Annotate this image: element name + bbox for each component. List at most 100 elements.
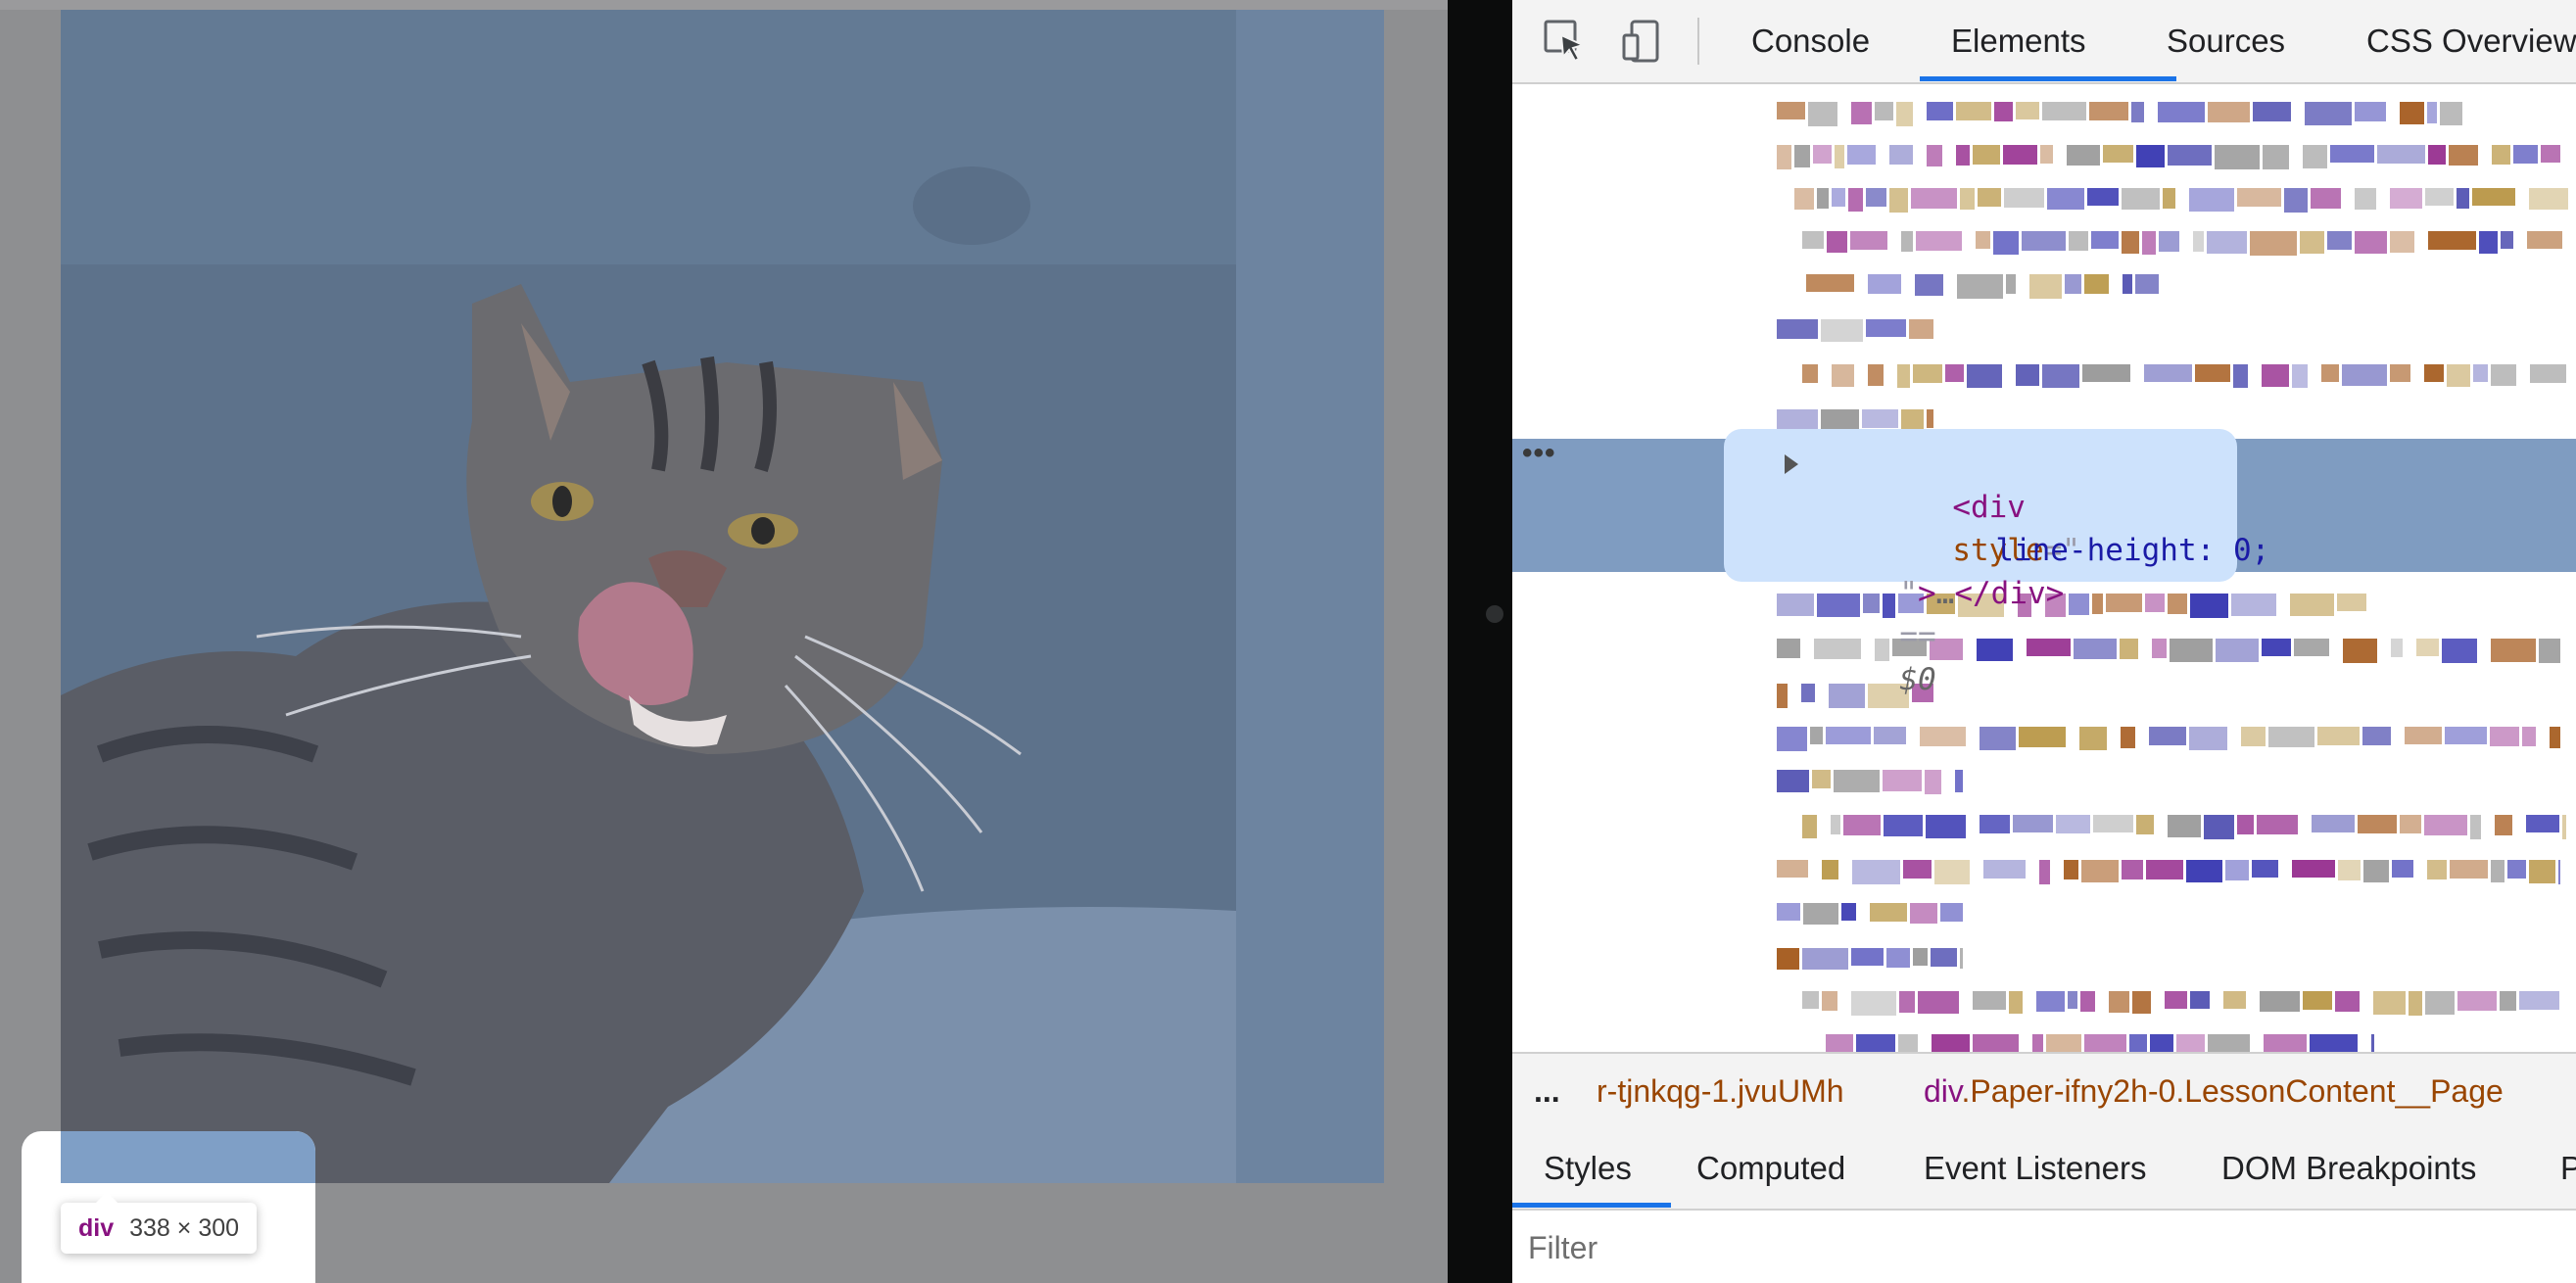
blurred-dom-fragment bbox=[2390, 364, 2410, 382]
blurred-dom-fragment bbox=[2150, 1034, 2173, 1052]
blurred-dom-fragment bbox=[2080, 991, 2095, 1012]
expand-triangle-icon[interactable] bbox=[1785, 454, 1798, 474]
blurred-dom-fragment bbox=[1868, 364, 1884, 386]
blurred-dom-fragment bbox=[2442, 639, 2477, 663]
breadcrumb-tag: div bbox=[1924, 1073, 1962, 1109]
breadcrumb-item-current[interactable]: div.Paper-ifny2h-0.LessonContent__Page bbox=[1924, 1054, 2504, 1128]
blurred-dom-fragment bbox=[2416, 639, 2439, 656]
tab-properties[interactable]: P bbox=[2560, 1128, 2576, 1209]
divider-drag-handle[interactable] bbox=[1486, 605, 1503, 623]
device-toolbar-icon[interactable] bbox=[1620, 18, 1667, 65]
blurred-dom-fragment bbox=[1886, 948, 1910, 968]
blurred-dom-fragment bbox=[1994, 102, 2013, 121]
blurred-dom-fragment bbox=[1806, 274, 1854, 292]
styles-pane-tabs: Styles Computed Event Listeners DOM Brea… bbox=[1512, 1128, 2576, 1211]
blurred-dom-fragment bbox=[2491, 364, 2516, 386]
blurred-dom-fragment bbox=[2079, 727, 2107, 750]
blurred-dom-fragment bbox=[2067, 145, 2100, 166]
element-size-tooltip: div 338 × 300 bbox=[61, 1192, 258, 1254]
blurred-dom-fragment bbox=[1915, 274, 1943, 296]
blurred-dom-fragment bbox=[1926, 815, 1966, 838]
blurred-dom-fragment bbox=[1777, 860, 1808, 878]
blurred-dom-fragment bbox=[1903, 860, 1932, 879]
blurred-dom-fragment bbox=[2390, 188, 2422, 209]
blurred-dom-fragment bbox=[1889, 188, 1908, 213]
blurred-dom-fragment bbox=[2425, 991, 2455, 1015]
blurred-dom-fragment bbox=[2215, 145, 2260, 169]
tab-dom-breakpoints[interactable]: DOM Breakpoints bbox=[2221, 1128, 2476, 1209]
blurred-dom-fragment bbox=[1808, 102, 1837, 126]
blurred-dom-fragment bbox=[2047, 188, 2084, 210]
blurred-dom-fragment bbox=[2208, 1034, 2250, 1052]
blurred-dom-fragment bbox=[1802, 364, 1818, 383]
blurred-dom-fragment bbox=[2409, 991, 2422, 1016]
blurred-dom-fragment bbox=[1934, 860, 1970, 884]
blurred-dom-fragment bbox=[2039, 860, 2050, 884]
blurred-dom-fragment bbox=[1931, 948, 1957, 967]
blurred-dom-fragment bbox=[2264, 1034, 2307, 1052]
blurred-dom-fragment bbox=[2046, 1034, 2081, 1052]
blurred-dom-fragment bbox=[1978, 188, 2001, 207]
blurred-dom-fragment bbox=[2519, 991, 2559, 1010]
blurred-dom-fragment bbox=[2342, 364, 2387, 386]
blurred-dom-fragment bbox=[2241, 727, 2266, 746]
blurred-dom-fragment bbox=[2122, 231, 2139, 254]
tab-console[interactable]: Console bbox=[1751, 0, 1870, 82]
blurred-dom-fragment bbox=[1960, 948, 1963, 969]
blurred-dom-fragment bbox=[1883, 770, 1922, 791]
dom-tree[interactable]: ••• <div style=" line-height: 0; ">…</di… bbox=[1512, 84, 2576, 1052]
blurred-dom-fragment bbox=[1848, 188, 1863, 212]
panel-divider[interactable] bbox=[1448, 0, 1512, 1283]
blurred-dom-fragment bbox=[2513, 145, 2538, 164]
blurred-dom-fragment bbox=[2065, 274, 2081, 294]
blurred-dom-fragment bbox=[2292, 860, 2335, 878]
tab-event-listeners[interactable]: Event Listeners bbox=[1924, 1128, 2146, 1209]
blurred-dom-fragment bbox=[2312, 815, 2355, 832]
blurred-dom-fragment bbox=[2152, 639, 2167, 658]
blurred-dom-fragment bbox=[2170, 639, 2213, 662]
filter-input[interactable] bbox=[1526, 1222, 2568, 1273]
blurred-dom-fragment bbox=[2074, 639, 2117, 659]
breadcrumb-item[interactable]: r-tjnkqg-1.jvuUMh bbox=[1597, 1054, 1844, 1128]
tooltip-arrow bbox=[96, 1192, 118, 1203]
blurred-dom-fragment bbox=[1960, 188, 1975, 210]
inspect-element-icon[interactable] bbox=[1542, 18, 1589, 65]
blurred-dom-fragment bbox=[2303, 991, 2332, 1010]
blurred-dom-fragment bbox=[2069, 231, 2088, 251]
blurred-dom-fragment bbox=[1802, 815, 1817, 838]
blurred-dom-fragment bbox=[1973, 991, 2006, 1010]
blurred-dom-fragment bbox=[1909, 319, 1933, 339]
blurred-dom-fragment bbox=[2204, 815, 2234, 839]
tab-sources[interactable]: Sources bbox=[2167, 0, 2285, 82]
blurred-dom-fragment bbox=[2472, 188, 2515, 206]
blurred-dom-fragment bbox=[2036, 991, 2065, 1012]
tooltip-tag-name: div bbox=[78, 1213, 115, 1242]
tab-css-overview[interactable]: CSS Overview bbox=[2366, 0, 2576, 82]
blurred-dom-fragment bbox=[2006, 274, 2016, 294]
blurred-dom-fragment bbox=[2003, 145, 2037, 165]
tab-elements[interactable]: Elements bbox=[1951, 0, 2086, 82]
blurred-dom-fragment bbox=[2091, 231, 2119, 249]
blurred-dom-fragment bbox=[1847, 145, 1876, 165]
blurred-dom-fragment bbox=[2084, 1034, 2126, 1052]
blurred-dom-fragment bbox=[2371, 1034, 2374, 1052]
blurred-dom-fragment bbox=[2042, 364, 2079, 388]
blurred-dom-fragment bbox=[2262, 364, 2289, 387]
blurred-dom-fragment bbox=[1868, 274, 1901, 294]
blurred-dom-fragment bbox=[1983, 860, 2026, 879]
blurred-dom-fragment bbox=[2310, 1034, 2358, 1052]
page-viewport[interactable]: div 338 × 300 bbox=[0, 0, 1448, 1283]
tab-computed[interactable]: Computed bbox=[1696, 1128, 1845, 1209]
console-ref-var: $0 bbox=[1899, 662, 1936, 697]
row-menu-dots[interactable]: ••• bbox=[1522, 437, 1556, 470]
highlighted-image-div[interactable] bbox=[61, 10, 1384, 1183]
blurred-dom-fragment bbox=[2428, 145, 2446, 165]
blurred-dom-fragment bbox=[2122, 188, 2160, 210]
blurred-dom-fragment bbox=[1802, 991, 1819, 1009]
blurred-dom-fragment bbox=[2457, 991, 2497, 1011]
blurred-dom-fragment bbox=[2146, 860, 2183, 879]
blurred-dom-fragment bbox=[1777, 319, 1818, 339]
breadcrumb-more[interactable]: ... bbox=[1534, 1054, 1560, 1128]
tab-styles[interactable]: Styles bbox=[1544, 1128, 1632, 1209]
selected-node-callout[interactable]: <div style=" line-height: 0; ">…</div> =… bbox=[1724, 429, 2269, 697]
